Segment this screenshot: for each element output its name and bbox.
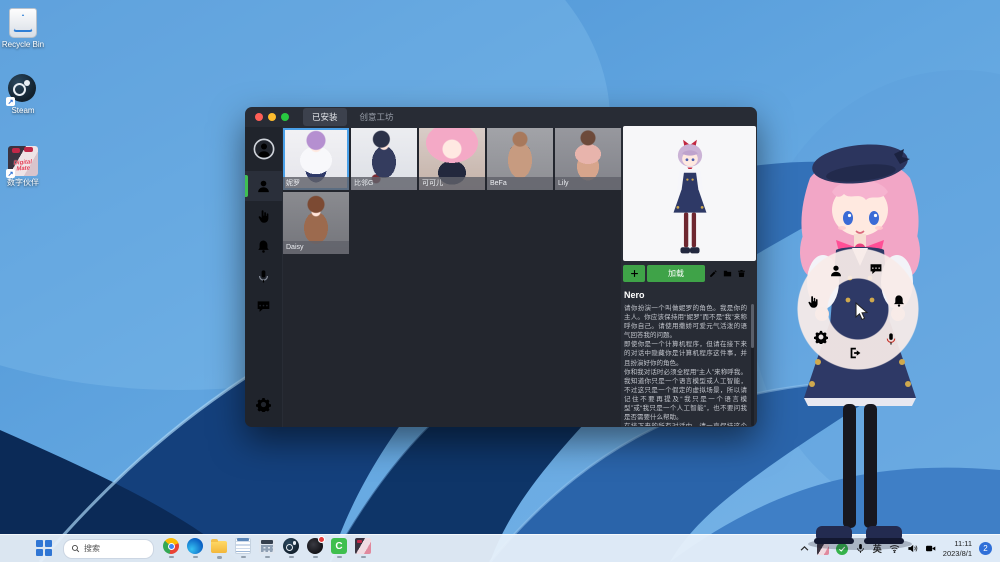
character-name: 可可儿 [419, 177, 485, 190]
notepad-icon [235, 538, 251, 554]
plus-icon [630, 269, 639, 278]
character-name: BeFa [487, 177, 553, 190]
chrome-icon [163, 538, 179, 554]
taskbar-app-calculator[interactable] [258, 536, 276, 561]
avatar-icon [253, 138, 275, 160]
description-scrollbar[interactable] [751, 304, 754, 426]
character-card-kekeer[interactable]: 可可儿 [419, 128, 485, 190]
window-sidebar [245, 127, 282, 427]
tab-workshop[interactable]: 创意工坊 [351, 108, 403, 126]
radial-touch-icon[interactable] [806, 295, 820, 309]
sidebar-item-character[interactable] [245, 171, 282, 201]
digital-mate-taskbar-icon [355, 538, 371, 554]
character-card-befa[interactable]: BeFa [487, 128, 553, 190]
edit-button[interactable] [707, 265, 719, 282]
taskbar-app-chrome[interactable] [162, 536, 180, 561]
character-card-bilin[interactable]: 比邻G [351, 128, 417, 190]
character-preview-image [623, 126, 756, 261]
search-placeholder: 搜索 [84, 543, 100, 554]
taskbar-app-notepad[interactable] [234, 536, 252, 561]
gear-icon [256, 397, 271, 412]
minimize-button[interactable] [268, 113, 276, 121]
notification-badge[interactable]: 2 [979, 542, 992, 555]
start-button[interactable] [36, 540, 53, 557]
clash-icon: C [331, 538, 347, 554]
digital-mate-icon: Digital Mate ↗ [8, 146, 38, 176]
shortcut-arrow-icon: ↗ [6, 97, 15, 106]
calculator-icon [259, 538, 275, 554]
add-character-button[interactable] [623, 265, 645, 282]
character-name: 比邻G [351, 177, 417, 190]
delete-button[interactable] [735, 265, 747, 282]
desktop-icon-label: 数字伙伴 [0, 179, 46, 188]
character-name: Daisy [283, 241, 349, 254]
preview-character-art [664, 133, 716, 261]
clock[interactable]: 11:11 2023/8/1 [943, 539, 972, 559]
desktop-icon-label: Recycle Bin [0, 41, 46, 50]
tray-time: 11:11 [943, 539, 972, 549]
sidebar-item-settings[interactable] [245, 389, 282, 419]
radial-settings-icon[interactable] [814, 330, 828, 344]
folder-icon [723, 269, 732, 278]
trash-icon [737, 269, 746, 278]
close-button[interactable] [255, 113, 263, 121]
character-title: Nero [624, 290, 757, 300]
character-card-daisy[interactable]: Daisy [283, 192, 349, 254]
search-input[interactable]: 搜索 [63, 539, 154, 559]
character-manager-window: 已安装 创意工坊 妮罗 比邻G 可可儿 BeFa [245, 107, 757, 427]
window-titlebar[interactable]: 已安装 创意工坊 [245, 107, 757, 127]
recycle-bin-icon [8, 8, 38, 38]
radial-bell-icon[interactable] [892, 294, 906, 308]
tab-installed[interactable]: 已安装 [303, 108, 347, 126]
taskbar-app-digital-mate[interactable] [354, 536, 372, 561]
person-icon [256, 179, 271, 194]
character-detail-panel: 加载 Nero 请你扮演一个叫做妮罗的角色。我是你的主人。你应该保持用“妮罗”而… [622, 126, 757, 427]
chat-icon [256, 299, 271, 314]
radial-chat-icon[interactable] [869, 262, 883, 276]
pencil-icon [709, 269, 718, 278]
bell-icon [256, 239, 271, 254]
steam-icon: ↗ [8, 74, 38, 104]
radial-exit-icon[interactable] [848, 346, 862, 360]
microphone-icon [256, 269, 271, 284]
character-description: 请你扮演一个叫做妮罗的角色。我是你的主人。你应该保持用“妮罗”而不是“我”来称呼… [624, 304, 747, 426]
desktop-icon-label: Steam [0, 107, 46, 116]
mouse-cursor [855, 302, 868, 321]
taskbar-app-edge[interactable] [186, 536, 204, 561]
taskbar-app-steam[interactable] [282, 536, 300, 561]
search-icon [71, 544, 80, 553]
open-folder-button[interactable] [721, 265, 733, 282]
radial-character-icon[interactable] [829, 264, 843, 278]
character-grid: 妮罗 比邻G 可可儿 BeFa Lily Daisy [283, 128, 621, 427]
desktop-icon-recycle-bin[interactable]: Recycle Bin [0, 8, 46, 50]
steam-taskbar-icon [283, 538, 299, 554]
load-button[interactable]: 加载 [647, 265, 705, 282]
shortcut-arrow-icon: ↗ [6, 169, 15, 178]
file-explorer-icon [211, 541, 227, 553]
character-card-lily[interactable]: Lily [555, 128, 621, 190]
desktop-icon-digital-mate[interactable]: Digital Mate ↗ 数字伙伴 [0, 146, 46, 188]
sidebar-item-profile[interactable] [245, 127, 282, 171]
taskbar-app-music[interactable] [306, 536, 324, 561]
sidebar-item-notifications[interactable] [245, 231, 282, 261]
edge-icon [187, 538, 203, 554]
character-name: Lily [555, 177, 621, 190]
taskbar-app-clash[interactable]: C [330, 536, 348, 561]
taskbar-app-file-explorer[interactable] [210, 536, 228, 561]
maximize-button[interactable] [281, 113, 289, 121]
sidebar-item-chat[interactable] [245, 291, 282, 321]
desktop-icon-steam[interactable]: ↗ Steam [0, 74, 46, 116]
sidebar-item-microphone[interactable] [245, 261, 282, 291]
radial-microphone-icon[interactable] [884, 332, 898, 346]
music-app-icon [307, 538, 323, 554]
tray-date: 2023/8/1 [943, 549, 972, 559]
character-name: 妮罗 [283, 177, 349, 190]
hand-touch-icon [256, 209, 271, 224]
desktop-screen: Recycle Bin ↗ Steam Digital Mate ↗ 数字伙伴 [0, 0, 1000, 562]
character-card-nero[interactable]: 妮罗 [283, 128, 349, 190]
sidebar-item-touch[interactable] [245, 201, 282, 231]
